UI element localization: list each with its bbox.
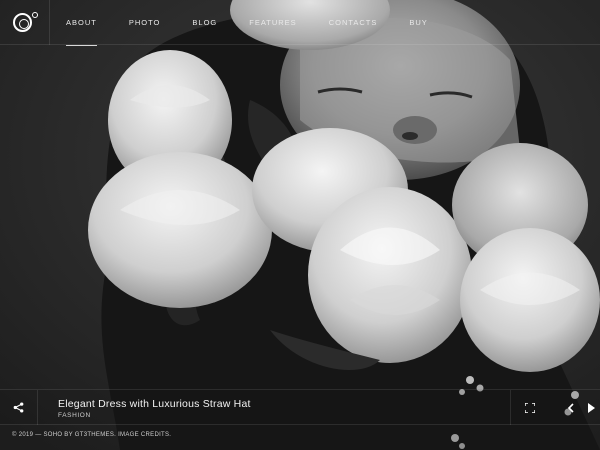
slide-title: Elegant Dress with Luxurious Straw Hat	[58, 398, 251, 410]
nav-item-about[interactable]: ABOUT	[66, 0, 97, 46]
next-slide-button[interactable]	[582, 390, 600, 425]
nav-item-blog[interactable]: BLOG	[192, 0, 217, 45]
fullscreen-button[interactable]	[510, 390, 548, 425]
nav-item-contacts[interactable]: CONTACTS	[329, 0, 378, 45]
main-nav: ABOUT PHOTO BLOG FEATURES CONTACTS BUY	[50, 0, 460, 46]
chevron-left-icon	[567, 402, 574, 413]
footer-copyright: © 2019 — SOHO BY GT3THEMES. IMAGE CREDIT…	[12, 432, 172, 438]
fullscreen-icon	[524, 402, 535, 413]
share-button[interactable]	[0, 390, 38, 425]
nav-item-features[interactable]: FEATURES	[249, 0, 296, 45]
soho-logo-icon[interactable]	[0, 0, 50, 45]
nav-item-photo[interactable]: PHOTO	[129, 0, 161, 45]
nav-item-buy[interactable]: BUY	[409, 0, 427, 45]
slide-category[interactable]: FASHION	[58, 412, 91, 419]
background-photo	[0, 0, 600, 450]
share-icon	[13, 402, 24, 413]
slide-caption-bar: Elegant Dress with Luxurious Straw Hat F…	[0, 389, 600, 425]
prev-slide-button[interactable]	[562, 390, 578, 425]
site-header: ABOUT PHOTO BLOG FEATURES CONTACTS BUY	[0, 0, 600, 46]
play-next-icon	[588, 402, 595, 413]
